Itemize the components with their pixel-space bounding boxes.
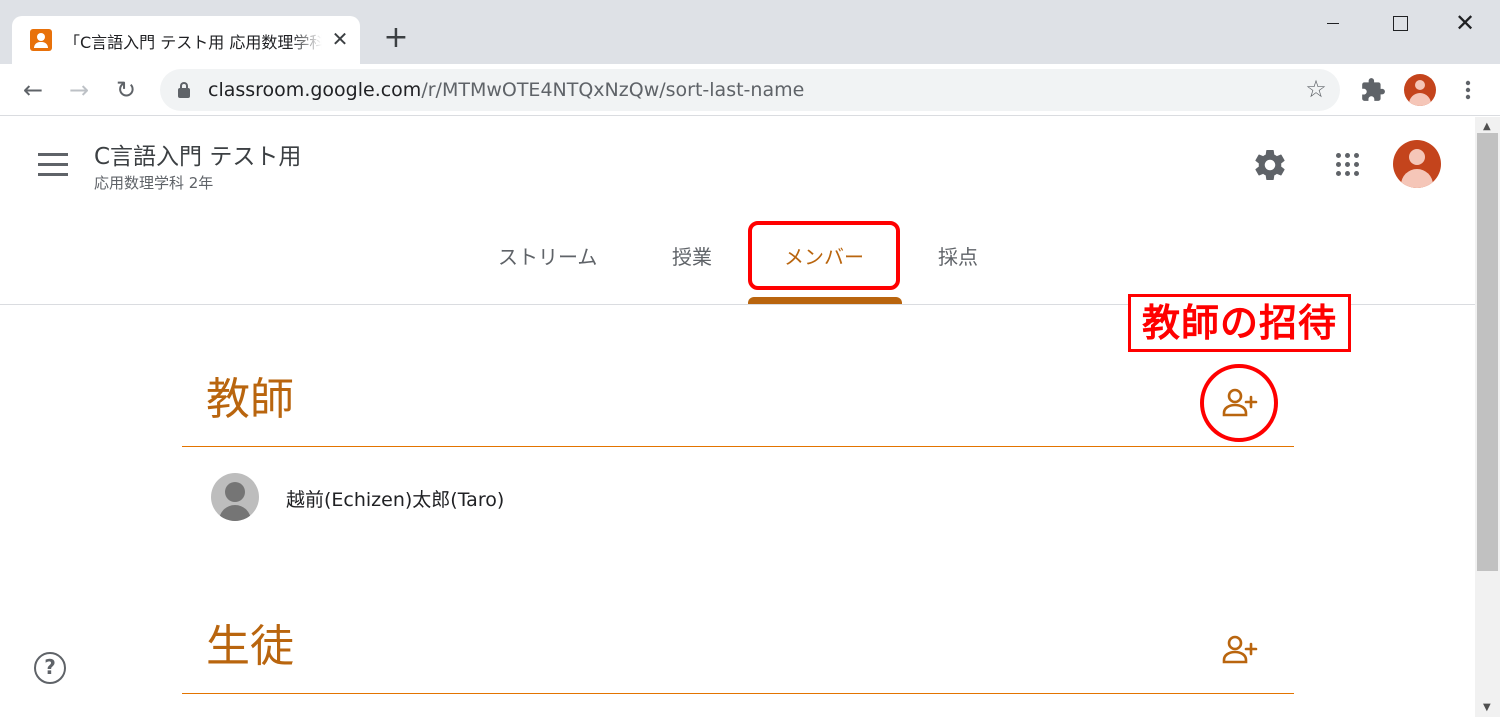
window-close-button[interactable]: ✕ xyxy=(1442,6,1488,40)
new-tab-button[interactable]: + xyxy=(380,22,412,54)
scrollbar-thumb[interactable] xyxy=(1477,133,1498,571)
teachers-divider xyxy=(182,446,1294,447)
teacher-avatar xyxy=(211,473,259,521)
class-subtitle: 応用数理学科 2年 xyxy=(94,174,214,192)
tab-classwork[interactable]: 授業 xyxy=(672,241,712,270)
account-avatar[interactable] xyxy=(1393,140,1441,188)
minimize-button[interactable] xyxy=(1310,6,1356,40)
lock-icon[interactable] xyxy=(178,82,190,98)
tab-title: 「C言語入門 テスト用 応用数理学科 xyxy=(64,33,322,52)
browser-menu-icon[interactable] xyxy=(1458,78,1478,102)
tab-strip: 「C言語入門 テスト用 応用数理学科 ✕ + ✕ xyxy=(0,0,1500,64)
main-menu-icon[interactable] xyxy=(38,153,68,177)
teachers-heading: 教師 xyxy=(206,374,294,425)
url-path: /r/MTMwOTE4NTQxNzQw/sort-last-name xyxy=(421,79,805,101)
scroll-up-arrow-icon[interactable]: ▲ xyxy=(1483,121,1491,132)
vertical-scrollbar[interactable]: ▲ ▼ xyxy=(1475,117,1500,717)
url-text[interactable]: classroom.google.com/r/MTMwOTE4NTQxNzQw/… xyxy=(208,79,804,101)
browser-toolbar: ← → ↻ classroom.google.com/r/MTMwOTE4NTQ… xyxy=(0,64,1500,116)
back-arrow-icon[interactable]: ← xyxy=(19,76,47,104)
settings-gear-icon[interactable] xyxy=(1252,147,1288,183)
address-bar[interactable]: classroom.google.com/r/MTMwOTE4NTQxNzQw/… xyxy=(160,69,1340,111)
teacher-name: 越前(Echizen)太郎(Taro) xyxy=(286,489,505,511)
classroom-favicon-icon xyxy=(30,29,52,51)
teacher-row[interactable]: 越前(Echizen)太郎(Taro) xyxy=(182,465,1294,529)
students-heading: 生徒 xyxy=(206,621,294,672)
students-divider xyxy=(182,693,1294,694)
tab-grades[interactable]: 採点 xyxy=(938,241,978,270)
url-host: classroom.google.com xyxy=(208,79,422,101)
invite-student-icon[interactable] xyxy=(1222,634,1258,666)
maximize-button[interactable] xyxy=(1376,6,1422,40)
people-tab-highlight xyxy=(748,221,900,290)
tab-stream[interactable]: ストリーム xyxy=(498,241,597,270)
profile-avatar[interactable] xyxy=(1404,74,1436,106)
scroll-down-arrow-icon[interactable]: ▼ xyxy=(1483,702,1491,713)
reload-icon[interactable]: ↻ xyxy=(112,76,140,104)
forward-arrow-icon[interactable]: → xyxy=(65,76,93,104)
google-apps-icon[interactable] xyxy=(1330,147,1366,183)
help-icon[interactable]: ? xyxy=(34,652,66,684)
invite-teacher-icon[interactable] xyxy=(1222,387,1258,419)
invite-teacher-callout: 教師の招待 xyxy=(1128,294,1351,352)
bookmark-star-icon[interactable]: ☆ xyxy=(1302,75,1330,103)
extensions-puzzle-icon[interactable] xyxy=(1360,77,1386,103)
class-title[interactable]: C言語入門 テスト用 xyxy=(94,137,301,171)
browser-tab[interactable]: 「C言語入門 テスト用 応用数理学科 ✕ xyxy=(12,16,360,64)
classroom-page: C言語入門 テスト用 応用数理学科 2年 ストリーム 授業 メンバー 採点 教師… xyxy=(0,117,1475,717)
tab-close-icon[interactable]: ✕ xyxy=(328,27,352,51)
